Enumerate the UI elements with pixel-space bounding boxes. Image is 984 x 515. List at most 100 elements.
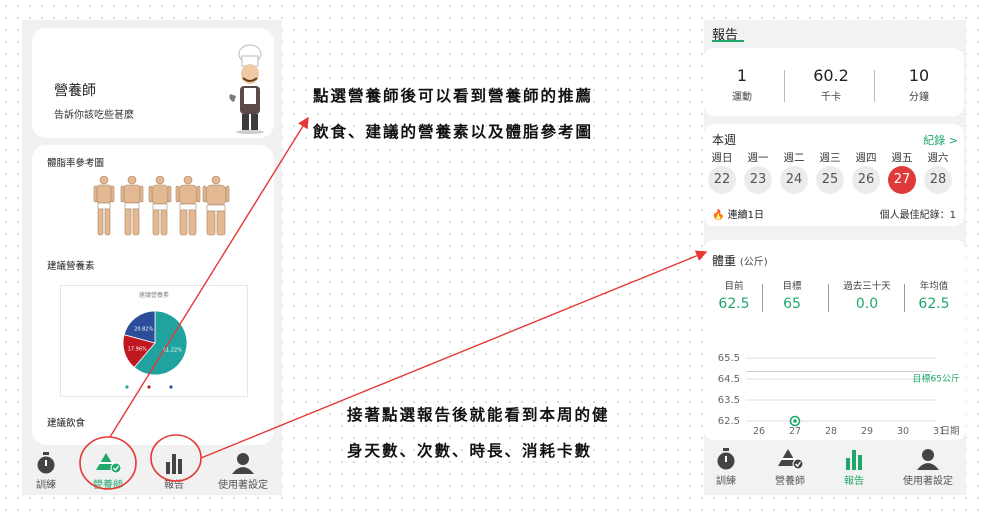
week-title: 本週 — [712, 133, 737, 147]
nutrition-icon — [778, 449, 803, 470]
report-screen: 報告 1 運動 60.2 千卡 10 分鐘 本週 紀錄 > 週日 週一 週二 週… — [704, 20, 966, 495]
chef-illustration — [229, 44, 264, 134]
week-card: 本週 紀錄 > 週日 週一 週二 週三 週四 週五 週六 22 23 24 25… — [704, 124, 964, 226]
nav-nutritionist-label: 營養師 — [93, 480, 123, 491]
stat-calories-value: 60.2 — [813, 66, 849, 85]
date-circle[interactable]: 25 — [816, 166, 844, 194]
nav-settings-label: 使用著設定 — [218, 480, 268, 491]
pie-slice-label: 17.96% — [128, 347, 147, 353]
nav-report[interactable]: 報告 — [836, 448, 872, 487]
stat-divider — [874, 70, 875, 102]
bodyfat-chart-title: 體脂率參考圖 — [47, 158, 105, 169]
bar-chart-icon — [846, 450, 862, 470]
annotation-top-line2: 飲食、建議的營養素以及體脂參考圖 — [313, 123, 594, 141]
nav-train[interactable]: 訓練 — [708, 448, 744, 487]
weight-card: 體重 (公斤) 目前 62.5 目標 65 過去三十天 0.0 年均值 62.5… — [704, 240, 966, 440]
annotation-bottom-line1: 接著點選報告後就能看到本周的健 — [347, 406, 610, 424]
pie-legend-swatch — [125, 385, 129, 389]
pie-slice-label: 61.22% — [163, 347, 182, 353]
nav-report-label: 報告 — [844, 476, 864, 487]
nav-nutritionist-label: 營養師 — [775, 476, 805, 487]
stopwatch-icon — [717, 448, 735, 470]
date-circle[interactable]: 23 — [744, 166, 772, 194]
nutrients-title: 建議營養素 — [47, 261, 95, 272]
goal-label: 目標65公斤 — [913, 373, 960, 385]
weight-divider — [828, 284, 829, 312]
annotation-top-line1: 點選營養師後可以看到營養師的推薦 — [313, 87, 594, 105]
nutritionist-screen: 營養師 告訴你該吃些甚麼 體脂率參考圖 建議營養素 建議營養素 61.22% 1… — [22, 20, 282, 495]
pie-slice-label: 20.82% — [134, 326, 153, 332]
x-tick-label: 29 — [861, 426, 873, 437]
record-link[interactable]: 紀錄 > — [923, 132, 958, 148]
annotation-top: 點選營養師後可以看到營養師的推薦 飲食、建議的營養素以及體脂參考圖 — [313, 78, 593, 150]
stat-workouts-label: 運動 — [732, 92, 752, 103]
weight-current: 目前 62.5 — [704, 278, 764, 312]
summary-stats-card: 1 運動 60.2 千卡 10 分鐘 — [704, 48, 964, 116]
date-circle[interactable]: 24 — [780, 166, 808, 194]
pie-svg: 61.22% 17.96% 20.82% — [122, 310, 188, 389]
nutrition-content-card: 體脂率參考圖 建議營養素 建議營養素 61.22% 17.96% 20.82% … — [32, 145, 274, 445]
weekday-label: 週二 — [783, 152, 805, 164]
user-icon — [917, 449, 939, 470]
date-circle[interactable]: 28 — [924, 166, 952, 194]
pie-legend-swatch — [147, 385, 151, 389]
weight-data-point-center — [793, 419, 797, 423]
bar-chart-icon — [166, 454, 182, 474]
pie-chart-title: 建議營養素 — [138, 292, 169, 299]
x-tick-label: 30 — [897, 426, 909, 437]
weight-chart: 62.563.564.565.5目標65公斤26 27 28 29 30 31日期 — [718, 353, 960, 437]
diet-title: 建議飲食 — [47, 418, 86, 429]
streak-text: 連續1日 — [727, 210, 765, 221]
x-axis-label: 日期 — [940, 426, 959, 437]
weight-30days: 過去三十天 0.0 — [836, 278, 898, 312]
nutritionist-card[interactable]: 營養師 告訴你該吃些甚麼 — [32, 28, 274, 138]
user-icon — [232, 453, 254, 474]
weight-30days-label: 過去三十天 — [843, 281, 891, 292]
nav-train[interactable]: 訓練 — [28, 452, 64, 491]
annotation-bottom-line2: 身天數、次數、時長、消耗卡數 — [347, 442, 593, 460]
date-circle[interactable]: 26 — [852, 166, 880, 194]
weight-title: 體重 (公斤) — [712, 252, 768, 269]
x-tick-label: 26 — [753, 426, 765, 437]
annotation-bottom: 接著點選報告後就能看到本周的健 身天數、次數、時長、消耗卡數 — [347, 397, 610, 469]
date-circle-today[interactable]: 27 — [888, 166, 916, 194]
weekday-label: 週日 — [711, 152, 733, 164]
nav-report[interactable]: 報告 — [156, 452, 192, 491]
nutritionist-subtitle: 告訴你該吃些甚麼 — [54, 110, 134, 121]
nutrient-pie-chart: 建議營養素 61.22% 17.96% 20.82% — [60, 285, 248, 397]
nutritionist-title: 營養師 — [54, 83, 96, 99]
weight-goal: 目標 65 — [762, 278, 822, 312]
stat-calories: 60.2 千卡 — [796, 66, 866, 103]
weight-yearavg-value: 62.5 — [918, 296, 950, 312]
bottom-nav-right: 訓練 營養師 報告 使用著設定 — [704, 440, 966, 495]
nav-settings[interactable]: 使用著設定 — [896, 448, 960, 487]
weekday-label: 週五 — [891, 152, 913, 164]
weight-30days-value: 0.0 — [855, 296, 879, 312]
nav-settings-label: 使用著設定 — [903, 476, 953, 487]
bodyfat-reference-figures — [93, 175, 230, 236]
streak-indicator: 🔥 連續1日 — [712, 206, 764, 221]
weight-current-value: 62.5 — [718, 296, 750, 312]
stopwatch-icon — [37, 452, 55, 474]
y-tick-label: 65.5 — [718, 353, 740, 364]
nav-settings[interactable]: 使用著設定 — [212, 452, 274, 491]
y-tick-label: 64.5 — [718, 374, 740, 385]
x-tick-label: 27 — [789, 426, 801, 437]
weekday-label: 週一 — [747, 152, 769, 164]
weight-unit: (公斤) — [739, 257, 768, 268]
y-tick-label: 63.5 — [718, 395, 740, 406]
weight-current-label: 目前 — [724, 281, 744, 292]
fire-icon: 🔥 — [712, 210, 725, 221]
date-circle[interactable]: 22 — [708, 166, 736, 194]
nav-nutritionist[interactable]: 營養師 — [88, 452, 128, 491]
weekday-label: 週六 — [927, 152, 949, 164]
weight-title-text: 體重 — [712, 254, 737, 268]
weight-yearavg: 年均值 62.5 — [904, 278, 964, 312]
header-underline — [712, 40, 744, 42]
nav-train-label: 訓練 — [716, 476, 736, 487]
stat-divider — [784, 70, 785, 102]
bottom-nav-left: 訓練 營養師 報告 使用著設定 — [22, 445, 282, 495]
nutrition-icon — [96, 453, 121, 474]
nav-nutritionist[interactable]: 營養師 — [768, 448, 812, 487]
stat-minutes: 10 分鐘 — [884, 66, 954, 103]
